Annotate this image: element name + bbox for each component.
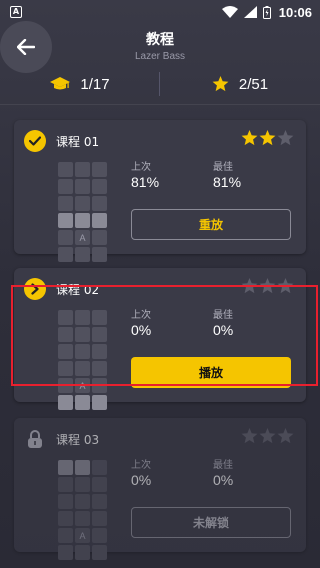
pad-cell [75,545,90,560]
best-score-value: 0% [213,472,234,488]
pad-cell [92,494,107,509]
pad-cell [92,213,107,228]
status-bar: A 10:06 [0,0,320,24]
pad-grid-label: A [79,531,86,541]
pad-grid [58,162,107,262]
star-empty-icon [241,428,258,444]
graduation-cap-icon [50,77,71,90]
lesson-title: 课程 01 [56,134,100,149]
pad-cell [92,196,107,211]
star-filled-icon [259,130,276,146]
lesson-card-03: 课程 03 A 上次 0% 最佳 0% 未解锁 [14,418,306,560]
pad-cell [58,477,73,492]
page-subtitle: Lazer Bass [134,51,186,62]
pad-cell [58,494,73,509]
progress-summary: 1/17 2/51 [0,68,320,100]
stars-earned-count: 2/51 [238,75,269,93]
page-title: 教程 [146,32,174,48]
lessons-completed-count: 1/17 [80,75,110,93]
pad-grid-label: A [79,233,86,243]
wifi-icon [221,6,238,18]
lock-icon [24,428,46,450]
pad-cell [75,162,90,177]
star-icon [212,76,229,92]
pad-cell [92,395,107,410]
pad-cell [92,511,107,526]
last-score-label: 上次 [131,162,151,173]
pad-cell [92,477,107,492]
pad-cell [92,179,107,194]
pad-cell [75,460,90,475]
pad-cell [58,545,73,560]
lesson-card-01[interactable]: 课程 01 A 上次 81% 最佳 81% 重放 [14,120,306,262]
pad-cell [58,460,73,475]
pad-cell [58,179,73,194]
last-score-value: 0% [131,472,152,488]
pad-cell [92,247,107,262]
stars-earned: 2/51 [160,76,320,93]
star-empty-icon [259,428,276,444]
best-score-label: 最佳 [213,162,233,173]
pad-cell [75,247,90,262]
star-empty-icon [277,130,294,146]
best-score-label: 最佳 [213,460,233,471]
star-empty-icon [277,428,294,444]
best-score-value: 81% [213,174,242,190]
lessons-completed: 1/17 [0,76,160,93]
pad-cell [58,213,73,228]
pad-cell [75,395,90,410]
pad-cell [75,196,90,211]
pad-grid [58,460,107,560]
pad-cell [58,196,73,211]
pad-cell [92,545,107,560]
status-time: 10:06 [278,4,312,20]
star-filled-icon [241,130,258,146]
pad-cell [58,395,73,410]
header: 教程 Lazer Bass [0,30,320,63]
pad-cell [92,162,107,177]
battery-icon [262,5,271,19]
summary-divider [159,72,160,96]
last-score-label: 上次 [131,460,151,471]
signal-icon [243,6,257,18]
pad-cell [75,494,90,509]
lesson-stars [241,428,294,444]
pad-cell [75,511,90,526]
highlight-box [11,285,318,386]
pad-cell [58,511,73,526]
replay-button[interactable]: 重放 [131,209,291,240]
notification-icon: A [10,6,22,18]
lesson-stars [241,130,294,146]
summary-separator [0,104,320,105]
pad-cell [75,477,90,492]
last-score-value: 81% [131,174,160,190]
pad-cell [58,162,73,177]
pad-cell [75,179,90,194]
lesson-title: 课程 03 [56,432,100,447]
pad-cell [75,213,90,228]
pad-cell [92,460,107,475]
pad-cell [58,247,73,262]
completed-check-icon [24,130,46,152]
locked-button: 未解锁 [131,507,291,538]
